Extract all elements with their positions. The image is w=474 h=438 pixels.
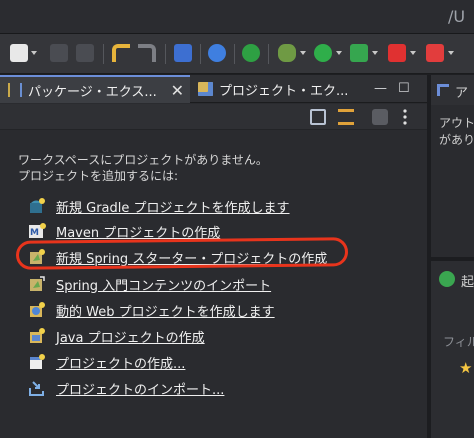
filter-input[interactable]: フィル [443,333,474,350]
stop-dropdown-icon[interactable] [410,51,416,55]
highlight-annotation [15,237,349,270]
view-menu-icon[interactable] [402,109,408,125]
close-icon[interactable]: ✕ [171,81,184,100]
maximize-icon[interactable]: ☐ [398,81,410,96]
import-project-icon [28,379,46,397]
boot-dashboard-view: 起 フィル ★ [431,257,474,438]
web-project-icon [28,301,46,319]
gradle-project-icon [28,197,46,215]
run-external-icon[interactable] [350,44,368,62]
run-icon[interactable] [314,44,332,62]
package-explorer-view: パッケージ・エクス... ✕ プロジェクト・エク... — ☐ ワークスペースに… [0,75,427,438]
package-explorer-icon [8,83,22,97]
run-external-dropdown-icon[interactable] [372,51,378,55]
svg-text:M: M [30,228,39,238]
boot-dashboard-icon [439,271,455,287]
outline-view: ア アウト があり 起 フィル ★ [431,75,474,438]
tab-project-explorer-label: プロジェクト・エク... [219,83,349,99]
redo-icon[interactable] [138,44,156,62]
tab-project-explorer[interactable]: プロジェクト・エク... [192,75,362,103]
empty-workspace-message: ワークスペースにプロジェクトがありません。 [18,153,268,167]
star-icon[interactable]: ★ [459,359,472,377]
new-icon[interactable] [10,44,28,62]
toolbar-separator [200,44,201,64]
java-project-icon [28,327,46,345]
spring-import-icon [28,275,46,293]
view-toolbar [0,104,427,130]
power-icon[interactable] [242,44,260,62]
undo-icon[interactable] [112,44,130,62]
outline-tab-label[interactable]: ア [455,82,468,101]
collapse-all-icon[interactable] [310,109,326,125]
boot-dashboard-tab-label[interactable]: 起 [461,271,474,290]
outline-message: アウト [439,116,474,130]
tab-package-explorer-label: パッケージ・エクス... [28,84,157,100]
console-icon[interactable] [174,44,192,62]
outline-message-cont: があり [439,133,474,147]
outline-tab-bar: ア [431,75,474,105]
maven-project-icon: M [28,222,46,240]
add-project-instruction: プロジェクトを追加するには: [18,169,179,183]
outline-icon [437,84,449,96]
link-dynamic-web-project[interactable]: 動的 Web プロジェクトを作成します [28,300,358,320]
title-bar: /U [0,0,474,34]
tab-package-explorer[interactable]: パッケージ・エクス... ✕ [0,75,190,103]
terminate-dropdown-icon[interactable] [448,51,454,55]
debug-bug-icon[interactable] [278,44,296,62]
link-import-project[interactable]: プロジェクトのインポート... [28,378,358,398]
new-project-icon [28,353,46,371]
stop-icon[interactable] [388,44,406,62]
link-spring-import-content[interactable]: Spring 入門コンテンツのインポート [28,274,358,294]
project-explorer-icon [198,82,213,96]
terminate-icon[interactable] [426,44,444,62]
toolbar-separator [234,44,235,64]
link-java-project[interactable]: Java プロジェクトの作成 [28,326,358,346]
main-toolbar [0,34,474,74]
save-icon[interactable] [50,44,68,62]
debug-dropdown-icon[interactable] [300,51,306,55]
link-with-editor-icon[interactable] [338,109,354,125]
settings-gear-icon[interactable] [208,44,226,62]
window-title: /U [448,7,466,26]
new-dropdown-icon[interactable] [31,51,37,55]
toolbar-separator [268,44,269,64]
link-new-gradle-project[interactable]: 新規 Gradle プロジェクトを作成します [28,196,358,216]
focus-icon[interactable] [372,109,388,125]
save-all-icon[interactable] [76,44,94,62]
minimize-icon[interactable]: — [374,81,387,96]
toolbar-separator [165,44,166,64]
run-dropdown-icon[interactable] [336,51,342,55]
link-new-project[interactable]: プロジェクトの作成... [28,352,358,372]
view-tab-bar: パッケージ・エクス... ✕ プロジェクト・エク... — ☐ [0,75,427,103]
toolbar-separator [103,44,104,64]
